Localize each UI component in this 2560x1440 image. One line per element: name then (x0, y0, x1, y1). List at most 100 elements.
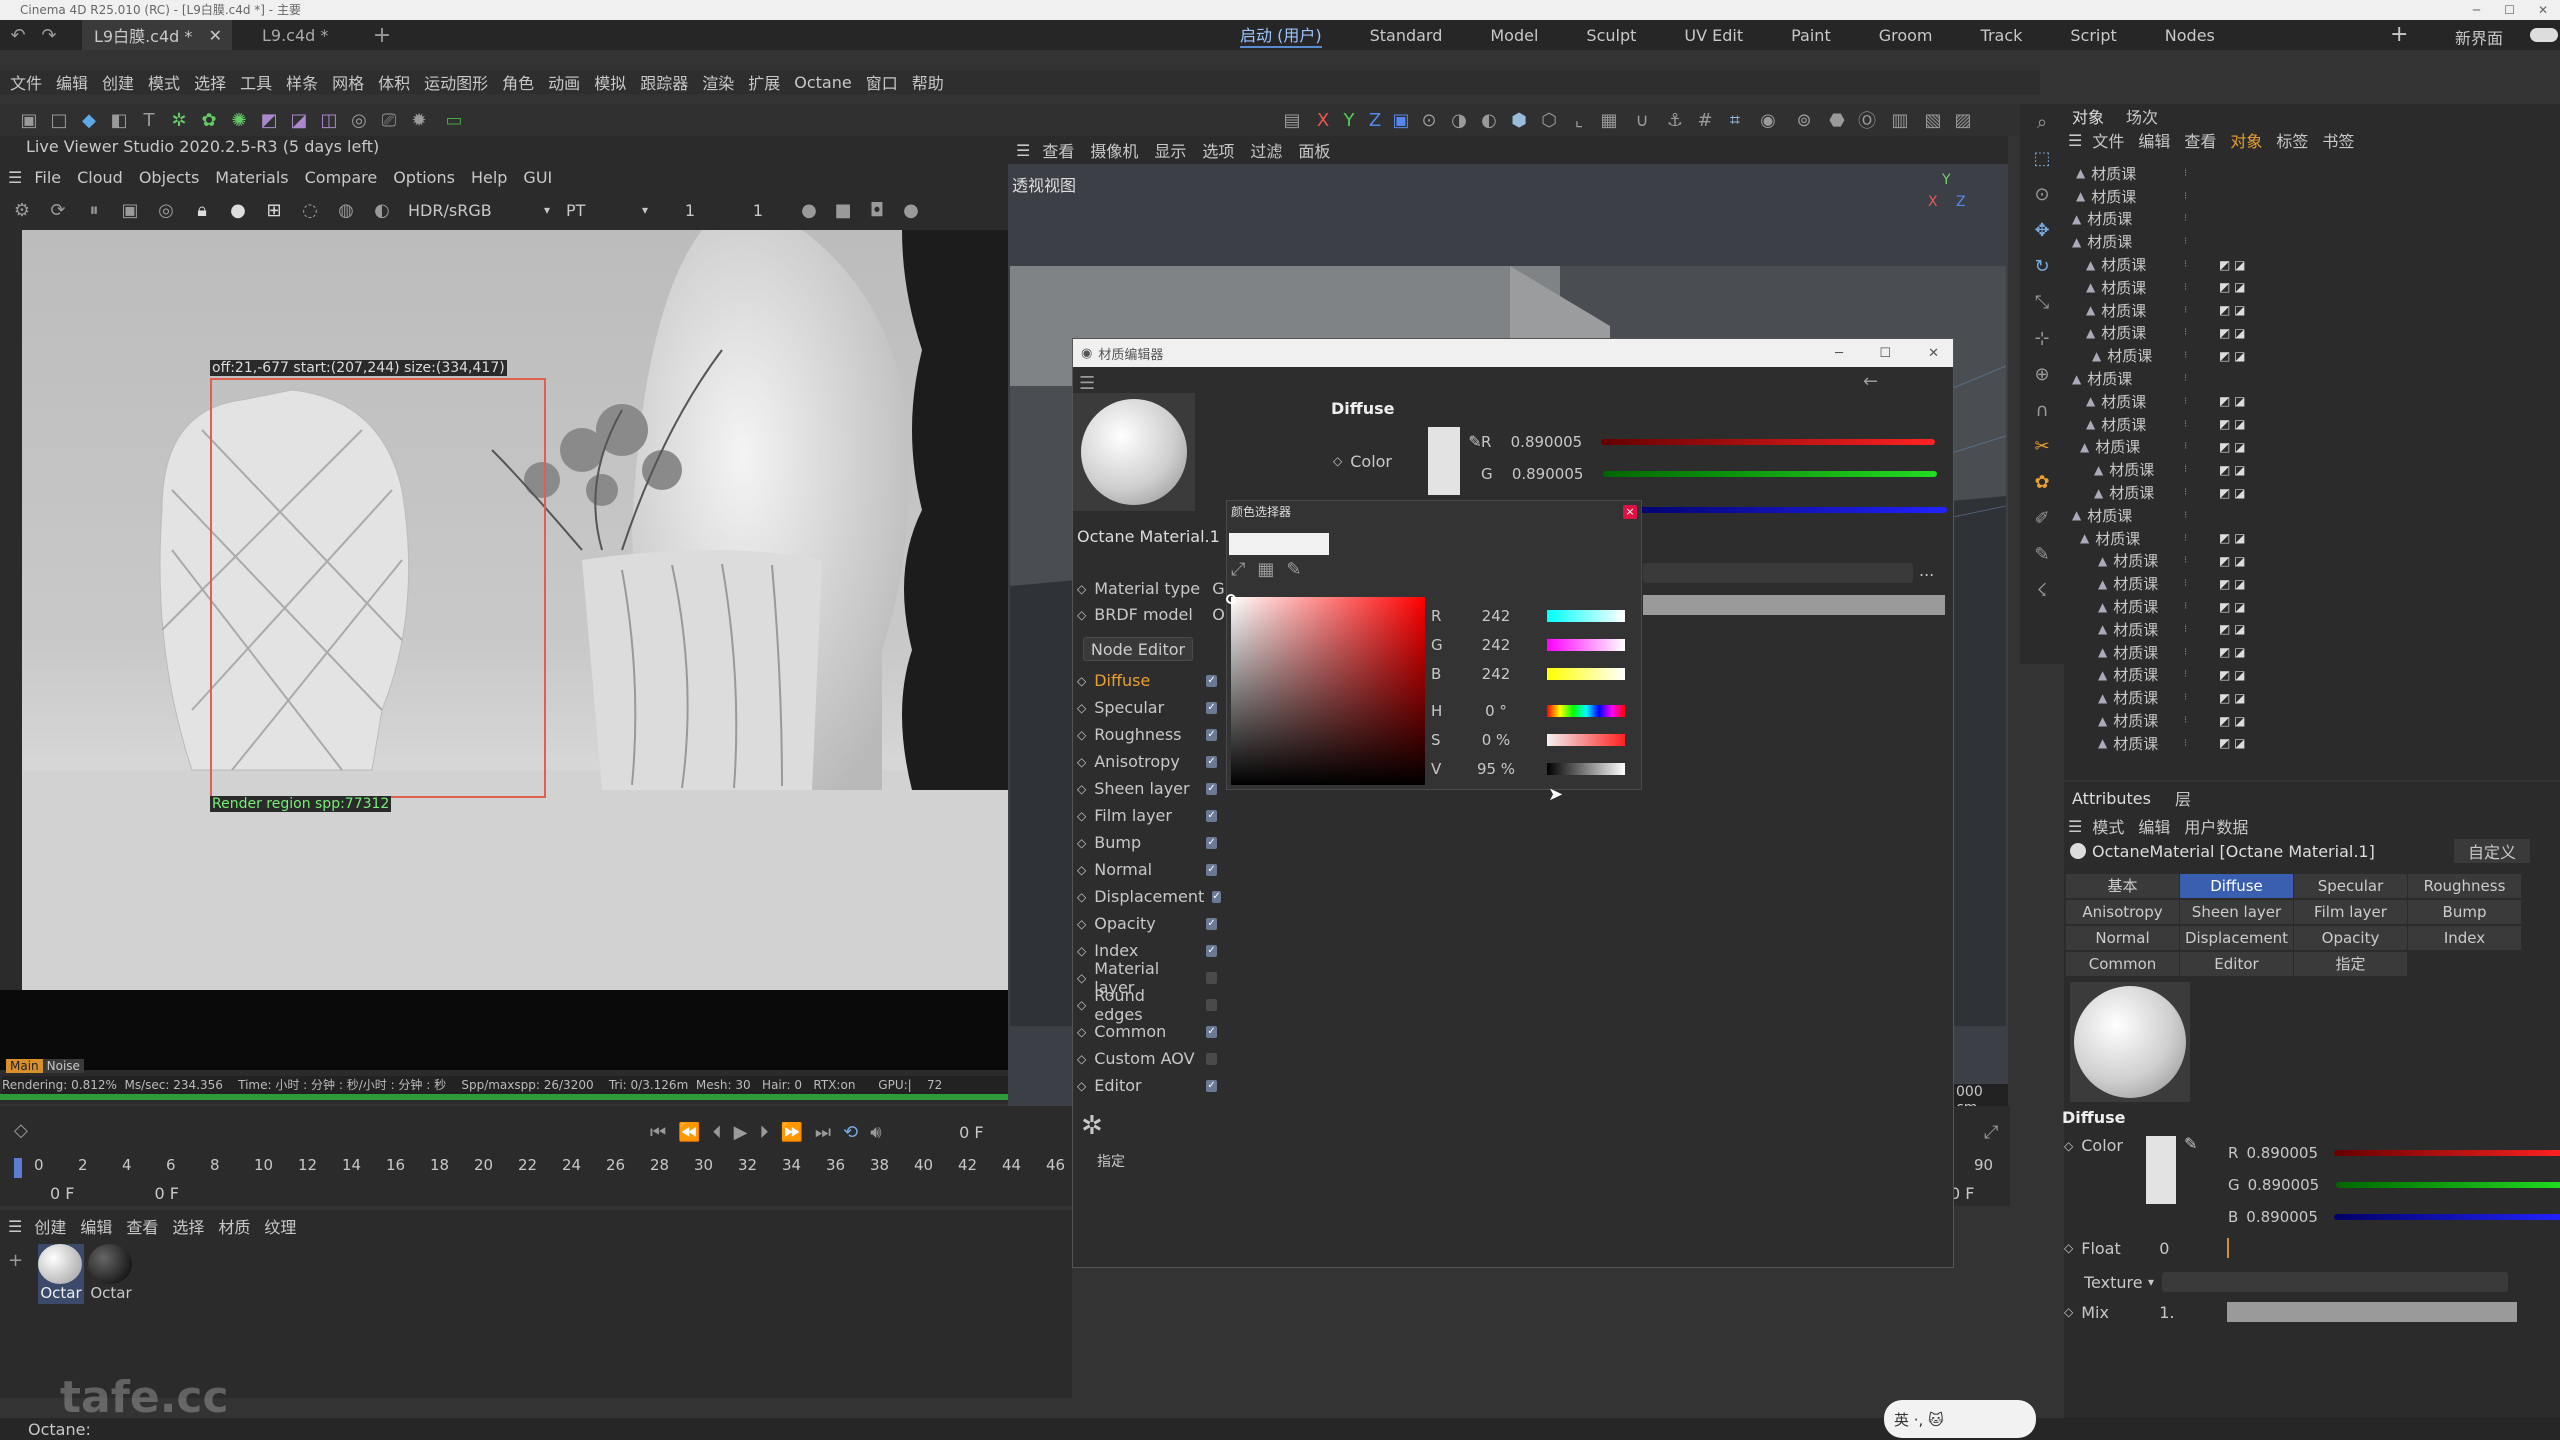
material-icon[interactable]: ⬣ (1822, 110, 1852, 131)
close-window-icon[interactable]: ✕ (2538, 0, 2548, 20)
picker-gradient-slider[interactable] (1547, 762, 1625, 775)
render-image[interactable]: off:21,-677 start:(207,244) size:(334,41… (22, 230, 1008, 990)
object-list-item[interactable]: ▲ 材质课 ⁝ ◩ ◪ (2064, 595, 2560, 618)
undo-icon[interactable]: ↶ (0, 25, 36, 46)
material-swatch-2[interactable]: Octar (88, 1244, 134, 1304)
material-menu-item[interactable]: 查看 (126, 1214, 158, 1238)
texture-more-button[interactable]: ... (1919, 561, 1934, 580)
tag-icon[interactable]: ◩ ◪ (2219, 668, 2246, 682)
object-list-item[interactable]: ▲ 材质课 ⁝ ◩ ◪ (2064, 436, 2560, 459)
object-list-item[interactable]: ▲ 材质课 ⁝ (2064, 162, 2560, 185)
maximize-icon[interactable]: ☐ (1879, 346, 1891, 361)
deformer-icon[interactable]: ✺ (224, 110, 254, 131)
layout-tab[interactable]: Standard (1370, 26, 1443, 45)
new-layout-button[interactable]: 新界面 (2455, 25, 2503, 49)
redo-icon[interactable]: ↷ (36, 25, 62, 46)
picker-field-value[interactable]: 242 (1451, 636, 1541, 654)
channel-row[interactable]: ◇ Film layer ✓ (1077, 802, 1217, 829)
layout-tab[interactable]: Nodes (2165, 26, 2215, 45)
layout-tab[interactable]: Script (2070, 26, 2116, 45)
menu-hamburger-icon[interactable]: ☰ (2068, 817, 2082, 836)
b-slider[interactable] (2334, 1214, 2560, 1220)
object-list-item[interactable]: ▲ 材质课 ⁝ ◩ ◪ (2064, 344, 2560, 367)
octane-icon[interactable]: Ⓞ (1852, 107, 1882, 133)
expand-icon[interactable]: ⤢ (1231, 559, 1245, 580)
visibility-dots-icon[interactable]: ⁝ (2184, 624, 2187, 635)
material-name-field[interactable]: Octane Material.1 (1077, 527, 1220, 546)
stop-icon[interactable]: ▣ (116, 200, 144, 221)
visibility-dots-icon[interactable]: ⁝ (2184, 396, 2187, 407)
tag-icon[interactable]: ◩ ◪ (2219, 303, 2246, 317)
visibility-dots-icon[interactable]: ⁝ (2184, 510, 2187, 521)
ime-indicator[interactable]: 英 ·, 🐱 (1884, 1400, 2036, 1438)
magnet-tool-icon[interactable]: ∩ (2020, 392, 2064, 428)
assign-icon[interactable]: ✲ (1081, 1111, 1103, 1141)
r-value-field[interactable]: 0.890005 (2246, 1144, 2326, 1162)
channel-row[interactable]: ◇ Displacement ✓ (1077, 883, 1221, 910)
channel-checkbox[interactable]: ✓ (1206, 782, 1217, 795)
lock-icon[interactable]: 🔒︎ (188, 200, 216, 221)
next-key-icon[interactable]: ⏩ (780, 1122, 802, 1143)
close-icon[interactable]: × (1623, 505, 1637, 519)
menu-item[interactable]: 创建 (102, 70, 134, 94)
search-icon[interactable]: ⌕ (2020, 104, 2064, 140)
points-mode-icon[interactable]: ⊙ (1414, 110, 1444, 131)
dot-icon[interactable]: ● (796, 200, 822, 221)
live-viewer-menu-item[interactable]: Help (471, 168, 507, 187)
edges-mode-icon[interactable]: ◑ (1444, 110, 1474, 131)
visibility-dots-icon[interactable]: ⁝ (2184, 441, 2187, 452)
visibility-dots-icon[interactable]: ⁝ (2184, 419, 2187, 430)
polygons-mode-icon[interactable]: ◐ (1474, 110, 1504, 131)
current-frame-field[interactable]: 0 F (894, 1123, 983, 1142)
light-icon[interactable]: ✹ (404, 110, 434, 131)
attributes-color-swatch[interactable] (2146, 1136, 2176, 1204)
object-list-item[interactable]: ▲ 材质课 ⁝ ◩ ◪ (2064, 550, 2560, 573)
cube-icon[interactable]: ◆ (74, 110, 104, 131)
texture-mode-icon[interactable]: ⬡ (1534, 110, 1564, 131)
tag-icon[interactable]: ◩ ◪ (2219, 600, 2246, 614)
tag-icon[interactable]: ◩ ◪ (2219, 577, 2246, 591)
live-viewer-menu-item[interactable]: Cloud (77, 168, 123, 187)
timeline-ruler[interactable]: 0 2 4 6 8 10 12 14 16 18 20 22 24 26 28 30 32 34 36 38 40 42 4… (14, 1156, 1993, 1180)
sphere-grid-icon[interactable]: ◎ (344, 110, 374, 131)
circle-icon[interactable]: ● (898, 200, 924, 221)
texture-field[interactable] (1643, 563, 1913, 583)
kernel-select[interactable]: PT ▾ (562, 199, 652, 221)
visibility-dots-icon[interactable]: ⁝ (2184, 350, 2187, 361)
settings-icon[interactable]: ⚙ (8, 200, 36, 221)
float-value-field[interactable]: 0 (2159, 1239, 2219, 1258)
object-list-item[interactable]: ▲ 材质课 ⁝ ◩ ◪ (2064, 618, 2560, 641)
channel-row[interactable]: ◇ Anisotropy ✓ (1077, 748, 1217, 775)
material-type-select[interactable]: G (1212, 579, 1224, 598)
visibility-dots-icon[interactable]: ⁝ (2184, 168, 2187, 179)
bend-icon[interactable]: ◩ (254, 110, 284, 131)
tab-attributes[interactable]: Attributes (2072, 789, 2151, 808)
snap-icon[interactable]: ⚓ (1660, 110, 1690, 131)
channel-row[interactable]: ◇ Normal ✓ (1077, 856, 1217, 883)
object-list-item[interactable]: ▲ 材质课 ⁝ ◩ ◪ (2064, 413, 2560, 436)
add-layout-icon[interactable]: + (2390, 22, 2408, 47)
clay-icon[interactable]: ◌ (296, 200, 324, 221)
channel-row[interactable]: ◇ Roughness ✓ (1077, 721, 1217, 748)
picker-gradient-slider[interactable] (1547, 733, 1625, 746)
toggle-switch[interactable] (2530, 28, 2558, 42)
live-select-icon[interactable]: ⊙ (2020, 176, 2064, 212)
material-menu-item[interactable]: 纹理 (264, 1214, 296, 1238)
back-arrow-icon[interactable]: ← (1863, 371, 1878, 392)
menu-hamburger-icon[interactable]: ☰ (8, 168, 22, 187)
menu-hamburger-icon[interactable]: ☰ (1016, 141, 1030, 160)
brdf-select[interactable]: O (1212, 605, 1225, 624)
select-tool-icon[interactable]: ▣ (14, 110, 44, 131)
add-tab-icon[interactable]: + (362, 23, 402, 48)
y-axis-icon[interactable]: Y (1336, 110, 1362, 131)
channel-checkbox[interactable] (1206, 998, 1217, 1011)
menu-item[interactable]: 文件 (10, 70, 42, 94)
r-slider[interactable] (1601, 439, 1936, 445)
workplane-icon[interactable]: ▦ (1594, 110, 1624, 131)
tag-icon[interactable]: ◩ ◪ (2219, 258, 2246, 272)
channel-checkbox[interactable]: ✓ (1206, 1079, 1217, 1092)
close-icon[interactable]: ✕ (1928, 346, 1939, 361)
live-viewer-menu-item[interactable]: Compare (305, 168, 378, 187)
channel-checkbox[interactable] (1206, 971, 1217, 984)
tab-layers[interactable]: 层 (2175, 786, 2191, 810)
